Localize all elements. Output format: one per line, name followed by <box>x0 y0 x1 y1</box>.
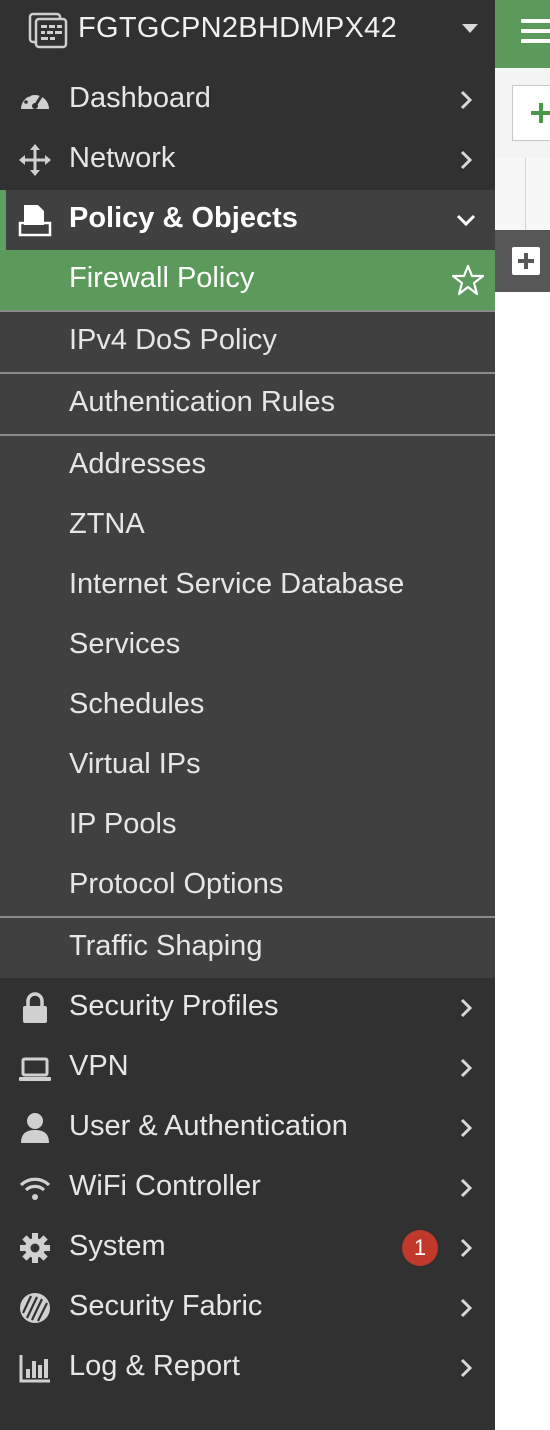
menu-label: Policy & Objects <box>69 202 298 234</box>
submenu-item-firewall-policy[interactable]: Firewall Policy <box>0 250 495 310</box>
create-new-button[interactable] <box>512 85 550 141</box>
submenu-item-services[interactable]: Services <box>0 616 495 676</box>
wifi-icon <box>19 1177 51 1200</box>
submenu-label: IP Pools <box>69 808 177 840</box>
submenu-label: ZTNA <box>69 508 145 540</box>
submenu-label: Schedules <box>69 688 205 720</box>
menu-label: Security Profiles <box>69 990 279 1022</box>
chevron-right-icon <box>460 1238 473 1258</box>
device-selector[interactable]: FGTGCPN2BHDMPX42 <box>0 0 495 62</box>
chevron-right-icon <box>460 90 473 110</box>
submenu-item-schedules[interactable]: Schedules <box>0 676 495 736</box>
menu-label: Network <box>69 142 176 174</box>
menu-label: User & Authentication <box>69 1110 348 1142</box>
fabric-icon <box>20 1293 50 1323</box>
submenu-label: IPv4 DoS Policy <box>69 324 277 356</box>
submenu-label: Firewall Policy <box>69 262 255 294</box>
submenu-item-virtual-ips[interactable]: Virtual IPs <box>0 736 495 796</box>
sidebar-nav: FGTGCPN2BHDMPX42 Dashboard Network Polic… <box>0 0 495 1430</box>
fortigate-device-icon <box>28 12 68 49</box>
lock-icon <box>23 992 47 1023</box>
menu-item-network[interactable]: Network <box>0 130 495 190</box>
chevron-right-icon <box>460 1358 473 1378</box>
policy-icon <box>18 205 52 237</box>
chevron-right-icon <box>460 998 473 1018</box>
submenu-item-ztna[interactable]: ZTNA <box>0 496 495 556</box>
chevron-right-icon <box>460 1118 473 1138</box>
submenu-item-addresses[interactable]: Addresses <box>0 436 495 496</box>
submenu-label: Services <box>69 628 181 660</box>
bar-chart-icon <box>19 1355 50 1383</box>
hamburger-menu-icon[interactable] <box>521 19 550 45</box>
submenu-label: Virtual IPs <box>69 748 201 780</box>
menu-label: VPN <box>69 1050 129 1082</box>
top-bar <box>495 0 550 68</box>
submenu-item-ipv4-dos-policy[interactable]: IPv4 DoS Policy <box>0 312 495 372</box>
network-icon <box>19 144 51 176</box>
chevron-down-icon <box>456 214 476 227</box>
submenu-item-ip-pools[interactable]: IP Pools <box>0 796 495 856</box>
menu-label: Log & Report <box>69 1350 240 1382</box>
menu-label: Dashboard <box>69 82 211 114</box>
menu-item-security-fabric[interactable]: Security Fabric <box>0 1278 495 1338</box>
chevron-right-icon <box>460 150 473 170</box>
table-header <box>495 158 550 231</box>
gear-icon <box>20 1233 50 1263</box>
expand-plus-icon[interactable] <box>512 247 540 275</box>
menu-item-wifi-controller[interactable]: WiFi Controller <box>0 1158 495 1218</box>
menu-item-dashboard[interactable]: Dashboard <box>0 70 495 130</box>
chevron-right-icon <box>460 1298 473 1318</box>
chevron-right-icon <box>460 1058 473 1078</box>
menu-item-user-authentication[interactable]: User & Authentication <box>0 1098 495 1158</box>
policy-toolbar <box>495 68 550 159</box>
submenu-item-authentication-rules[interactable]: Authentication Rules <box>0 374 495 434</box>
submenu-label: Traffic Shaping <box>69 930 263 962</box>
notification-badge: 1 <box>402 1230 438 1266</box>
menu-item-log-report[interactable]: Log & Report <box>0 1338 495 1398</box>
submenu-label: Addresses <box>69 448 207 480</box>
active-indicator <box>0 190 6 250</box>
user-icon <box>21 1113 49 1143</box>
submenu-label: Authentication Rules <box>69 386 335 418</box>
policy-objects-submenu: Firewall Policy IPv4 DoS Policy Authenti… <box>0 250 495 978</box>
table-group-row[interactable] <box>495 230 550 292</box>
menu-label: Security Fabric <box>69 1290 263 1322</box>
menu-item-policy-objects[interactable]: Policy & Objects <box>0 190 495 250</box>
submenu-label: Protocol Options <box>69 868 284 900</box>
submenu-item-internet-service-database[interactable]: Internet Service Database <box>0 556 495 616</box>
dashboard-icon <box>21 90 49 109</box>
laptop-icon <box>19 1057 51 1081</box>
submenu-item-traffic-shaping[interactable]: Traffic Shaping <box>0 918 495 978</box>
content-area <box>495 292 550 1430</box>
submenu-item-protocol-options[interactable]: Protocol Options <box>0 856 495 916</box>
submenu-label: Internet Service Database <box>69 568 405 600</box>
chevron-right-icon <box>460 1178 473 1198</box>
menu-item-system[interactable]: System 1 <box>0 1218 495 1278</box>
caret-down-icon[interactable] <box>462 24 478 33</box>
menu-item-security-profiles[interactable]: Security Profiles <box>0 978 495 1038</box>
star-icon[interactable] <box>452 264 484 296</box>
menu-label: System <box>69 1230 166 1262</box>
menu-label: WiFi Controller <box>69 1170 261 1202</box>
device-name: FGTGCPN2BHDMPX42 <box>78 12 398 44</box>
column-divider <box>525 158 526 230</box>
menu-item-vpn[interactable]: VPN <box>0 1038 495 1098</box>
